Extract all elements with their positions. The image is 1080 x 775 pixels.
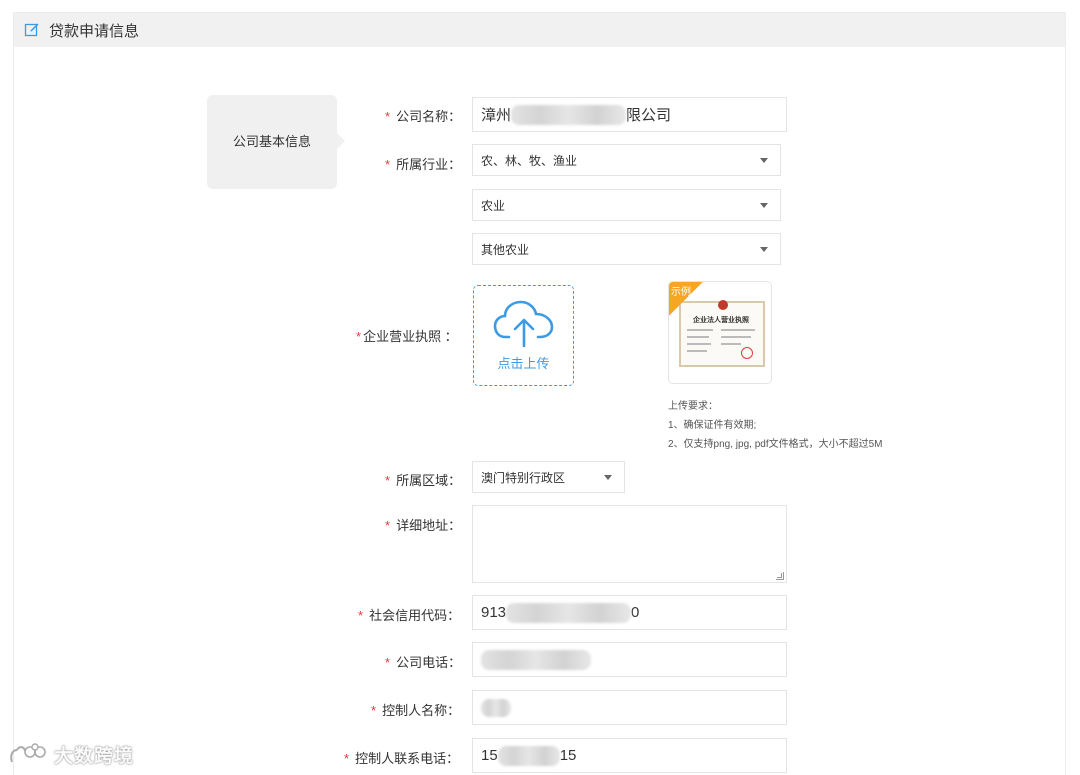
caret-down-icon	[760, 246, 768, 252]
company-phone-input[interactable]	[472, 642, 787, 677]
company-phone-label: * 公司电话：	[385, 655, 462, 670]
company-name-label: * 公司名称：	[385, 109, 462, 124]
panel-header: 贷款申请信息	[14, 13, 1065, 47]
caret-down-icon	[760, 157, 768, 163]
credit-code-label: * 社会信用代码：	[358, 608, 461, 623]
redacted-blur	[511, 104, 627, 125]
controller-name-label: * 控制人名称：	[371, 703, 461, 718]
national-emblem-icon	[718, 300, 728, 310]
certificate-title: 企业法人营业执照	[693, 317, 749, 324]
region-select[interactable]: 澳门特别行政区	[472, 461, 625, 493]
caret-down-icon	[760, 202, 768, 208]
section-tag-company-info: 公司基本信息	[207, 95, 345, 189]
upload-label: 点击上传	[497, 356, 550, 371]
watermark-text: 大数跨境	[54, 746, 135, 767]
license-upload-button[interactable]: 点击上传	[473, 285, 574, 386]
industry-select-level2[interactable]: 农业	[472, 189, 781, 221]
resize-handle-icon[interactable]	[776, 572, 784, 580]
redacted-blur	[497, 745, 560, 766]
redacted-blur	[506, 602, 632, 623]
required-star: *	[385, 655, 391, 670]
cloud-upload-icon	[493, 300, 553, 347]
controller-phone-label: * 控制人联系电话：	[344, 751, 460, 766]
required-star: *	[385, 473, 391, 488]
upload-requirement-1: 1、确保证件有效期;	[668, 420, 757, 431]
required-star: *	[385, 109, 391, 124]
panel-title: 贷款申请信息	[49, 22, 140, 40]
license-sample-image: 企业法人营业执照 示例	[668, 281, 772, 384]
upload-requirements-title: 上传要求：	[668, 401, 718, 412]
watermark-logo-icon	[10, 742, 46, 762]
required-star: *	[385, 518, 391, 533]
upload-requirement-2: 2、仅支持png, jpg, pdf文件格式，大小不超过5M	[668, 439, 883, 450]
watermark: 大数跨境	[8, 741, 134, 768]
redacted-blur	[481, 649, 591, 670]
company-name-input[interactable]: 漳州 限公司	[472, 97, 787, 132]
redacted-blur	[481, 698, 511, 717]
controller-phone-input[interactable]: 15 15	[472, 738, 787, 773]
license-label: * 企业营业执照 ：	[356, 329, 458, 344]
address-textarea[interactable]	[472, 505, 787, 583]
credit-code-input[interactable]: 913 0	[472, 595, 787, 630]
caret-down-icon	[604, 474, 612, 480]
section-tag-label: 公司基本信息	[232, 134, 311, 149]
industry-select-level3[interactable]: 其他农业	[472, 233, 781, 265]
controller-name-input[interactable]	[472, 690, 787, 725]
edit-icon	[24, 23, 39, 37]
red-stamp-icon	[741, 347, 753, 359]
industry-select-level1[interactable]: 农、林、牧、渔业	[472, 144, 781, 176]
address-label: * 详细地址：	[385, 518, 462, 533]
required-star: *	[371, 703, 377, 718]
region-label: * 所属区域：	[385, 473, 462, 488]
sample-badge-text: 示例	[671, 287, 691, 298]
required-star: *	[385, 157, 391, 172]
industry-label: * 所属行业：	[385, 157, 462, 172]
required-star: *	[356, 329, 362, 344]
required-star: *	[358, 608, 364, 623]
required-star: *	[344, 751, 350, 766]
